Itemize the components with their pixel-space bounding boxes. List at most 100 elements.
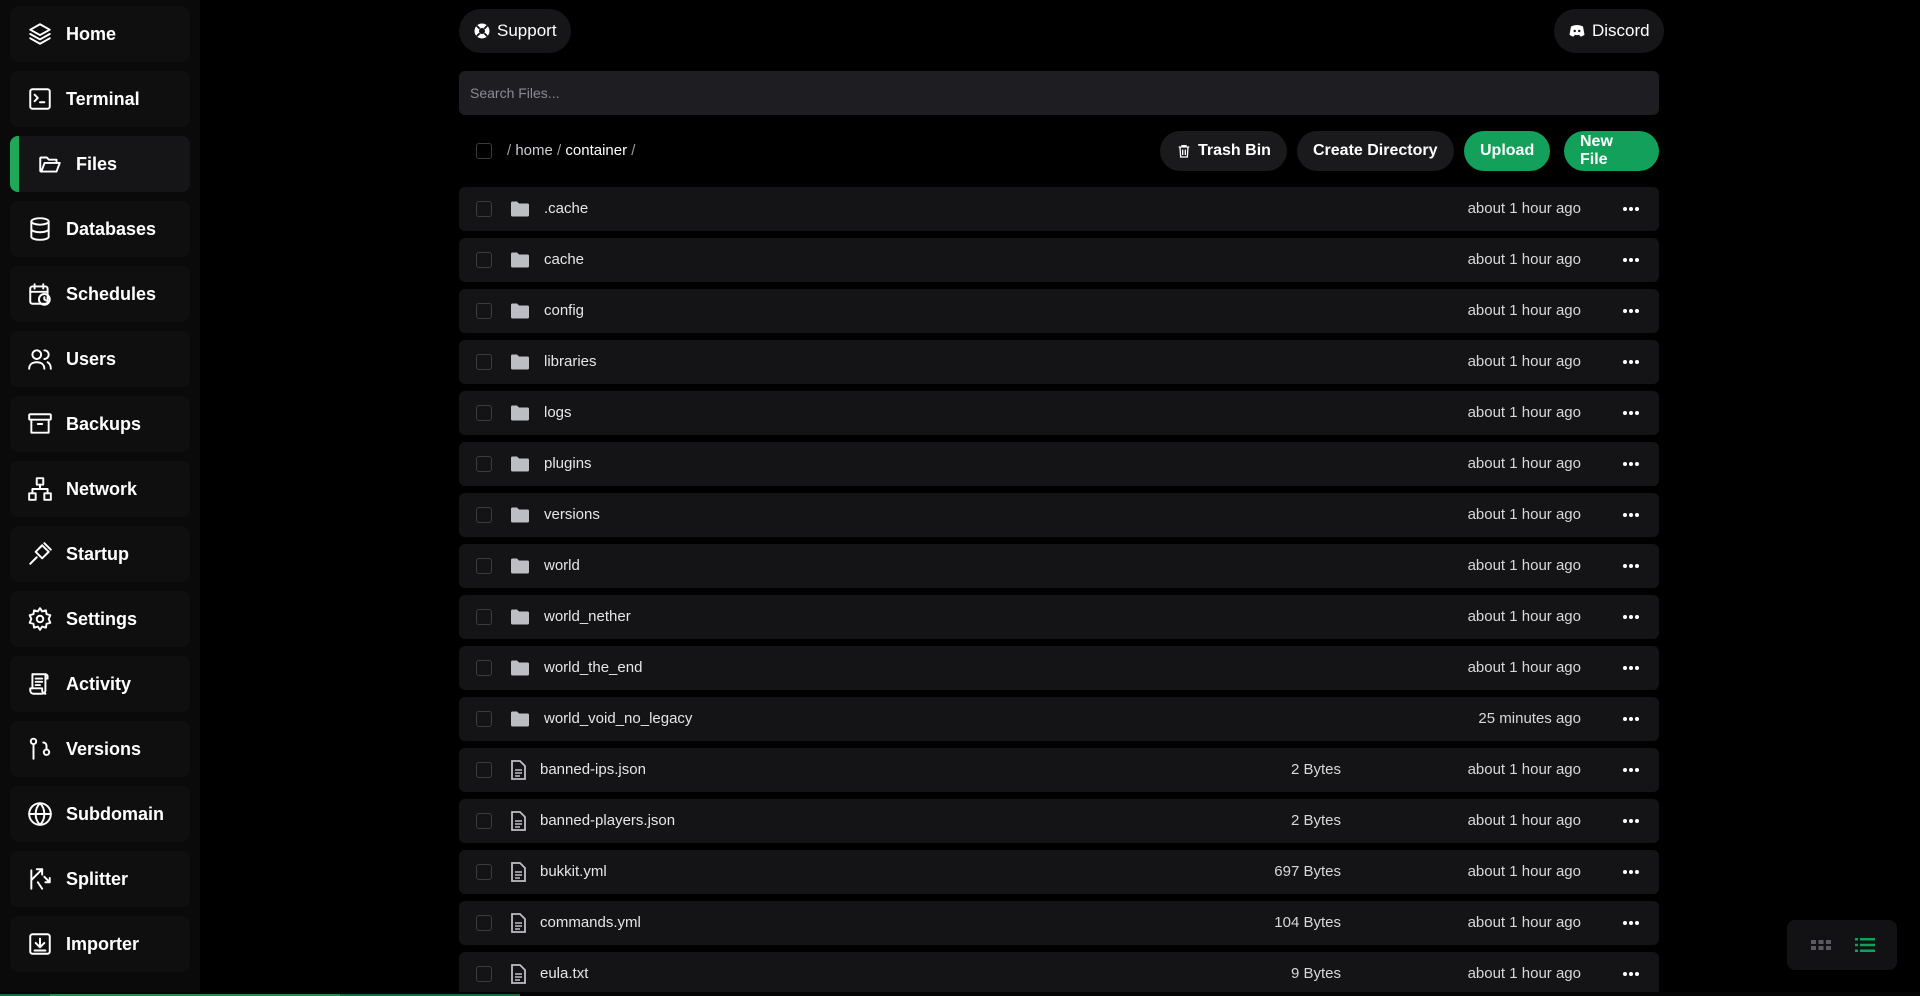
more-options-icon[interactable] <box>1619 299 1643 323</box>
discord-button[interactable]: Discord <box>1554 9 1664 53</box>
row-checkbox[interactable] <box>476 354 492 370</box>
sidebar-item-label: Terminal <box>66 88 140 109</box>
sidebar-item-activity[interactable]: Activity <box>10 656 190 712</box>
sidebar-item-settings[interactable]: Settings <box>10 591 190 647</box>
file-name[interactable]: banned-players.json <box>540 812 675 829</box>
folder-row[interactable]: .cache about 1 hour ago <box>459 187 1659 231</box>
more-options-icon[interactable] <box>1619 554 1643 578</box>
folder-row[interactable]: versions about 1 hour ago <box>459 493 1659 537</box>
row-checkbox[interactable] <box>476 813 492 829</box>
folder-row[interactable]: plugins about 1 hour ago <box>459 442 1659 486</box>
upload-button[interactable]: Upload <box>1464 131 1551 171</box>
breadcrumb-current[interactable]: container <box>565 142 627 159</box>
folder-row[interactable]: libraries about 1 hour ago <box>459 340 1659 384</box>
create-directory-button[interactable]: Create Directory <box>1297 131 1454 171</box>
more-options-icon[interactable] <box>1619 401 1643 425</box>
trash-bin-button[interactable]: Trash Bin <box>1160 131 1287 171</box>
sidebar-item-splitter[interactable]: Splitter <box>10 851 190 907</box>
more-options-icon[interactable] <box>1619 911 1643 935</box>
row-checkbox[interactable] <box>476 660 492 676</box>
sidebar-item-subdomain[interactable]: Subdomain <box>10 786 190 842</box>
row-checkbox[interactable] <box>476 252 492 268</box>
file-row[interactable]: commands.yml 104 Bytes about 1 hour ago <box>459 901 1659 945</box>
file-name[interactable]: config <box>544 302 584 319</box>
file-name[interactable]: .cache <box>544 200 588 217</box>
select-all-checkbox[interactable] <box>476 143 492 159</box>
file-row[interactable]: banned-players.json 2 Bytes about 1 hour a… <box>459 799 1659 843</box>
row-checkbox[interactable] <box>476 711 492 727</box>
file-name[interactable]: logs <box>544 404 572 421</box>
sidebar-item-label: Schedules <box>66 283 157 304</box>
sidebar-item-network[interactable]: Network <box>10 461 190 517</box>
more-options-icon[interactable] <box>1619 860 1643 884</box>
more-options-icon[interactable] <box>1619 707 1643 731</box>
more-options-icon[interactable] <box>1619 809 1643 833</box>
row-checkbox[interactable] <box>476 507 492 523</box>
file-name[interactable]: world <box>544 557 580 574</box>
sidebar-item-home[interactable]: Home <box>10 6 190 62</box>
file-toolbar: / home / container / Trash Bin Create Di… <box>459 131 1659 171</box>
sidebar-item-importer[interactable]: Importer <box>10 916 190 972</box>
more-options-icon[interactable] <box>1619 503 1643 527</box>
search-input[interactable] <box>459 71 1659 115</box>
more-options-icon[interactable] <box>1619 605 1643 629</box>
file-row[interactable]: banned-ips.json 2 Bytes about 1 hour ago <box>459 748 1659 792</box>
file-name[interactable]: world_the_end <box>544 659 642 676</box>
row-checkbox[interactable] <box>476 201 492 217</box>
folder-row[interactable]: world about 1 hour ago <box>459 544 1659 588</box>
folder-row[interactable]: world_the_end about 1 hour ago <box>459 646 1659 690</box>
row-checkbox[interactable] <box>476 456 492 472</box>
row-checkbox[interactable] <box>476 762 492 778</box>
more-options-icon[interactable] <box>1619 962 1643 986</box>
sidebar-item-backups[interactable]: Backups <box>10 396 190 452</box>
row-checkbox[interactable] <box>476 609 492 625</box>
file-name[interactable]: bukkit.yml <box>540 863 607 880</box>
sidebar-item-users[interactable]: Users <box>10 331 190 387</box>
breadcrumb-separator: / <box>631 142 636 159</box>
folder-icon <box>511 354 529 370</box>
new-file-button[interactable]: New File <box>1564 131 1659 171</box>
row-checkbox[interactable] <box>476 864 492 880</box>
file-name[interactable]: banned-ips.json <box>540 761 646 778</box>
sidebar-item-files[interactable]: Files <box>10 136 190 192</box>
sidebar-item-label: Files <box>76 153 118 174</box>
file-size: 697 Bytes <box>1274 863 1341 880</box>
file-name[interactable]: libraries <box>544 353 597 370</box>
file-name[interactable]: versions <box>544 506 600 523</box>
sidebar-item-schedules[interactable]: Schedules <box>10 266 190 322</box>
file-name[interactable]: eula.txt <box>540 965 588 982</box>
folder-row[interactable]: world_nether about 1 hour ago <box>459 595 1659 639</box>
file-name[interactable]: world_nether <box>544 608 631 625</box>
file-name[interactable]: world_void_no_legacy <box>544 710 692 727</box>
row-checkbox[interactable] <box>476 966 492 982</box>
row-checkbox[interactable] <box>476 303 492 319</box>
folder-row[interactable]: cache about 1 hour ago <box>459 238 1659 282</box>
list-view-icon[interactable] <box>1853 933 1877 957</box>
file-name[interactable]: cache <box>544 251 584 268</box>
file-row[interactable]: eula.txt 9 Bytes about 1 hour ago <box>459 952 1659 996</box>
folder-row[interactable]: logs about 1 hour ago <box>459 391 1659 435</box>
support-button[interactable]: Support <box>459 9 571 53</box>
breadcrumb-home[interactable]: home <box>515 142 553 159</box>
file-name[interactable]: plugins <box>544 455 592 472</box>
sidebar-item-terminal[interactable]: Terminal <box>10 71 190 127</box>
row-checkbox[interactable] <box>476 405 492 421</box>
file-name[interactable]: commands.yml <box>540 914 641 931</box>
row-checkbox[interactable] <box>476 915 492 931</box>
file-modified: about 1 hour ago <box>1467 455 1581 472</box>
trash-icon <box>1178 145 1190 158</box>
more-options-icon[interactable] <box>1619 248 1643 272</box>
more-options-icon[interactable] <box>1619 350 1643 374</box>
more-options-icon[interactable] <box>1619 656 1643 680</box>
sidebar-item-versions[interactable]: Versions <box>10 721 190 777</box>
more-options-icon[interactable] <box>1619 452 1643 476</box>
grid-view-icon[interactable] <box>1809 933 1833 957</box>
sidebar-item-startup[interactable]: Startup <box>10 526 190 582</box>
row-checkbox[interactable] <box>476 558 492 574</box>
file-row[interactable]: bukkit.yml 697 Bytes about 1 hour ago <box>459 850 1659 894</box>
more-options-icon[interactable] <box>1619 758 1643 782</box>
folder-row[interactable]: world_void_no_legacy 25 minutes ago <box>459 697 1659 741</box>
folder-row[interactable]: config about 1 hour ago <box>459 289 1659 333</box>
more-options-icon[interactable] <box>1619 197 1643 221</box>
sidebar-item-databases[interactable]: Databases <box>10 201 190 257</box>
